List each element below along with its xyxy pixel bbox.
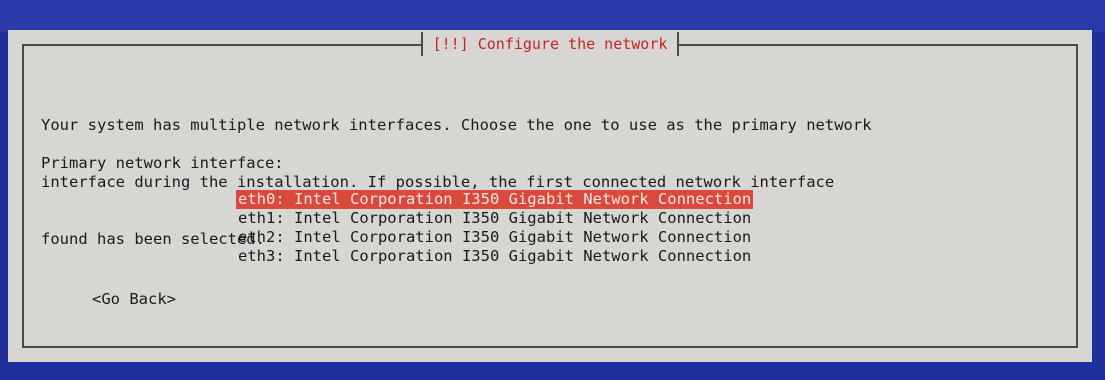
go-back-button[interactable]: <Go Back>: [92, 290, 176, 308]
interface-option-eth0[interactable]: eth0: Intel Corporation I350 Gigabit Net…: [236, 190, 754, 209]
description-line: Your system has multiple network interfa…: [41, 116, 872, 134]
dialog-title-bar: [!!] Configure the network: [8, 32, 1092, 56]
interface-option-eth1[interactable]: eth1: Intel Corporation I350 Gigabit Net…: [236, 209, 753, 228]
interface-option-eth2[interactable]: eth2: Intel Corporation I350 Gigabit Net…: [236, 228, 753, 247]
interface-option-eth3[interactable]: eth3: Intel Corporation I350 Gigabit Net…: [236, 247, 753, 266]
network-interface-list[interactable]: eth0: Intel Corporation I350 Gigabit Net…: [236, 190, 754, 266]
dialog-title: [!!] Configure the network: [420, 32, 680, 56]
screen-top-band: [0, 0, 1105, 32]
primary-interface-prompt: Primary network interface:: [41, 154, 284, 172]
configure-network-dialog: [!!] Configure the network Your system h…: [8, 30, 1092, 362]
